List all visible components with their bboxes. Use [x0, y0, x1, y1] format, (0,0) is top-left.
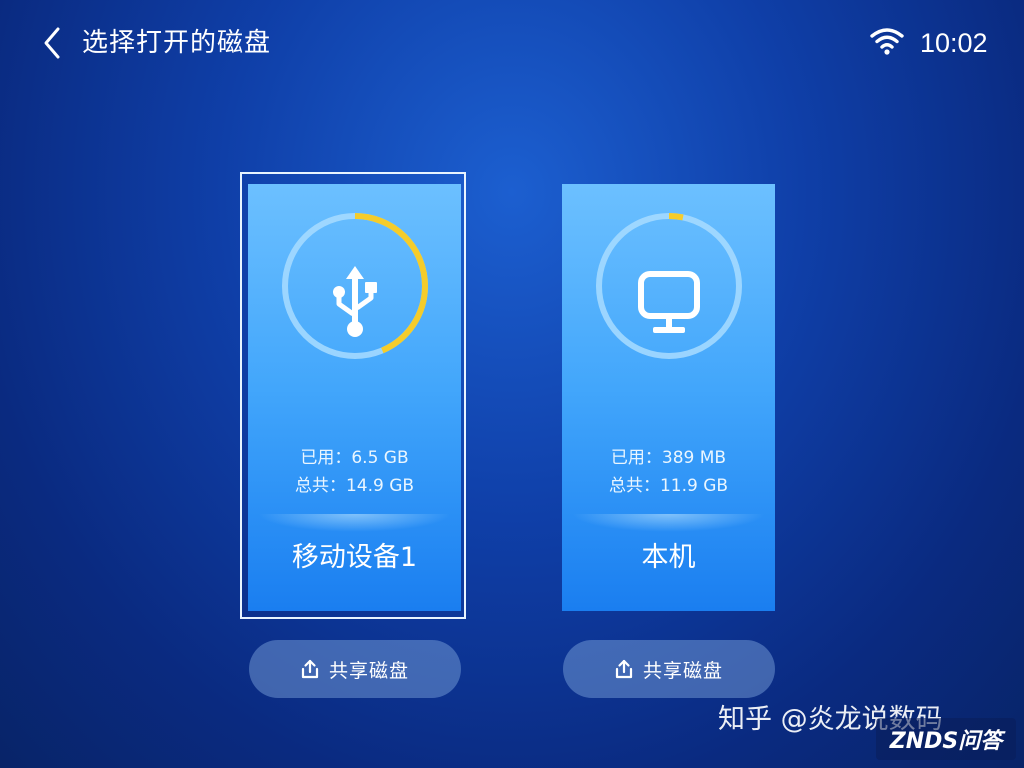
znds-watermark: ZNDS问答 — [876, 718, 1016, 760]
page-title: 选择打开的磁盘 — [82, 28, 272, 58]
share-icon — [615, 659, 633, 679]
usage-ring — [596, 213, 742, 359]
share-disk-label: 共享磁盘 — [642, 659, 723, 682]
used-space-label: 已用：389 MB — [610, 448, 727, 468]
share-disk-button[interactable]: 共享磁盘 — [563, 640, 775, 698]
usb-icon — [333, 266, 377, 337]
disk-name: 移动设备1 — [291, 542, 418, 573]
usage-ring — [282, 213, 428, 359]
disk-card-local[interactable]: 已用：389 MB 总共：11.9 GB 本机 — [562, 184, 775, 611]
status-clock: 10:02 — [920, 28, 988, 58]
disk-card-usb[interactable]: 已用：6.5 GB 总共：14.9 GB 移动设备1 — [248, 184, 461, 611]
wifi-icon — [870, 28, 904, 55]
disk-name: 本机 — [641, 542, 696, 573]
used-space-label: 已用：6.5 GB — [300, 448, 409, 468]
total-space-label: 总共：14.9 GB — [294, 476, 415, 496]
share-disk-button[interactable]: 共享磁盘 — [249, 640, 461, 698]
share-disk-label: 共享磁盘 — [328, 659, 409, 682]
share-icon — [301, 659, 319, 679]
monitor-icon — [638, 271, 700, 333]
back-button[interactable] — [34, 22, 70, 64]
total-space-label: 总共：11.9 GB — [608, 476, 729, 496]
chevron-left-icon — [44, 27, 60, 59]
